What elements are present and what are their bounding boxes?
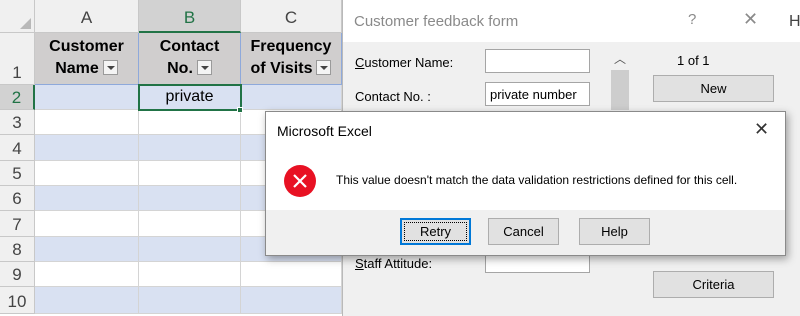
row-header-7[interactable]: 7: [0, 211, 35, 237]
cell-a3[interactable]: [35, 110, 139, 135]
error-icon: [284, 165, 316, 197]
staff-attitude-label: Staff Attitude:: [355, 256, 433, 271]
cell-c9[interactable]: [241, 262, 342, 287]
form-scrollbar[interactable]: ︿: [609, 48, 631, 110]
contact-no-field[interactable]: [485, 82, 590, 106]
cell-b7[interactable]: [139, 211, 241, 237]
select-all-corner[interactable]: [0, 0, 35, 33]
form-title: Customer feedback form: [354, 13, 519, 30]
filter-dropdown-icon[interactable]: [102, 60, 118, 76]
new-button[interactable]: New: [653, 75, 774, 102]
form-close-button[interactable]: ✕: [743, 9, 758, 30]
scroll-up-arrow-icon[interactable]: ︿: [609, 50, 631, 68]
criteria-button-label: Criteria: [692, 277, 735, 292]
new-button-label: New: [700, 81, 727, 96]
dialog-title: Microsoft Excel: [277, 123, 372, 139]
dialog-body: This value doesn't match the data valida…: [266, 150, 785, 210]
column-header-a[interactable]: A: [35, 0, 139, 33]
cell-b3[interactable]: [139, 110, 241, 135]
header-text-line2: No.: [167, 60, 193, 77]
form-titlebar[interactable]: Customer feedback form ? ✕: [343, 0, 800, 42]
help-button-label: Help: [601, 224, 628, 239]
cell-b5[interactable]: [139, 161, 241, 186]
select-all-triangle-icon: [20, 18, 31, 29]
cancel-button[interactable]: Cancel: [488, 218, 559, 245]
cell-b6[interactable]: [139, 186, 241, 211]
dialog-message: This value doesn't match the data valida…: [336, 173, 738, 187]
row-header-10[interactable]: 10: [0, 287, 35, 314]
column-header-h[interactable]: H: [789, 13, 800, 31]
cell-a9[interactable]: [35, 262, 139, 287]
cell-a2[interactable]: [35, 85, 139, 110]
validation-error-dialog: Microsoft Excel ✕ This value doesn't mat…: [265, 111, 786, 256]
header-cell-frequency-of-visits[interactable]: Frequency of Visits: [241, 33, 342, 85]
header-cell-customer-name[interactable]: Customer Name: [35, 33, 139, 85]
cell-a8[interactable]: [35, 237, 139, 262]
dialog-titlebar[interactable]: Microsoft Excel ✕: [266, 112, 785, 150]
focus-ring: [404, 222, 467, 241]
cell-c10[interactable]: [241, 287, 342, 314]
header-text-line2: Name: [55, 60, 99, 77]
cell-a5[interactable]: [35, 161, 139, 186]
header-text-line1: Frequency: [250, 38, 332, 55]
column-header-b[interactable]: B: [139, 0, 241, 33]
customer-name-label: Customer Name:: [355, 55, 454, 70]
form-help-button[interactable]: ?: [688, 11, 696, 28]
row-header-9[interactable]: 9: [0, 262, 35, 287]
cell-b9[interactable]: [139, 262, 241, 287]
row-header-1[interactable]: 1: [0, 33, 35, 85]
row-header-8[interactable]: 8: [0, 237, 35, 262]
dialog-close-button[interactable]: ✕: [754, 119, 769, 140]
cell-b2[interactable]: private: [139, 85, 241, 110]
cell-a10[interactable]: [35, 287, 139, 314]
filter-dropdown-icon[interactable]: [316, 60, 332, 76]
fill-handle[interactable]: [237, 107, 243, 113]
header-cell-contact-no[interactable]: Contact No.: [139, 33, 241, 85]
cell-a7[interactable]: [35, 211, 139, 237]
header-text-line1: Customer: [49, 38, 124, 55]
row-header-3[interactable]: 3: [0, 110, 35, 135]
cell-b8[interactable]: [139, 237, 241, 262]
cell-c2[interactable]: [241, 85, 342, 110]
record-counter: 1 of 1: [677, 53, 710, 68]
row-header-2[interactable]: 2: [0, 85, 35, 110]
help-button[interactable]: Help: [579, 218, 650, 245]
row-header-5[interactable]: 5: [0, 161, 35, 186]
criteria-button[interactable]: Criteria: [653, 271, 774, 298]
cell-b4[interactable]: [139, 135, 241, 161]
retry-button[interactable]: Retry: [400, 218, 471, 245]
row-header-4[interactable]: 4: [0, 135, 35, 161]
row-header-6[interactable]: 6: [0, 186, 35, 211]
scroll-thumb[interactable]: [611, 70, 629, 110]
header-text-line1: Contact: [159, 38, 220, 55]
header-text-line2: of Visits: [250, 60, 313, 77]
contact-no-label: Contact No. :: [355, 89, 431, 104]
cell-b10[interactable]: [139, 287, 241, 314]
customer-name-field[interactable]: [485, 49, 590, 73]
cancel-button-label: Cancel: [503, 224, 544, 239]
column-header-c[interactable]: C: [241, 0, 342, 33]
cell-a6[interactable]: [35, 186, 139, 211]
cell-a4[interactable]: [35, 135, 139, 161]
filter-dropdown-icon[interactable]: [196, 60, 212, 76]
